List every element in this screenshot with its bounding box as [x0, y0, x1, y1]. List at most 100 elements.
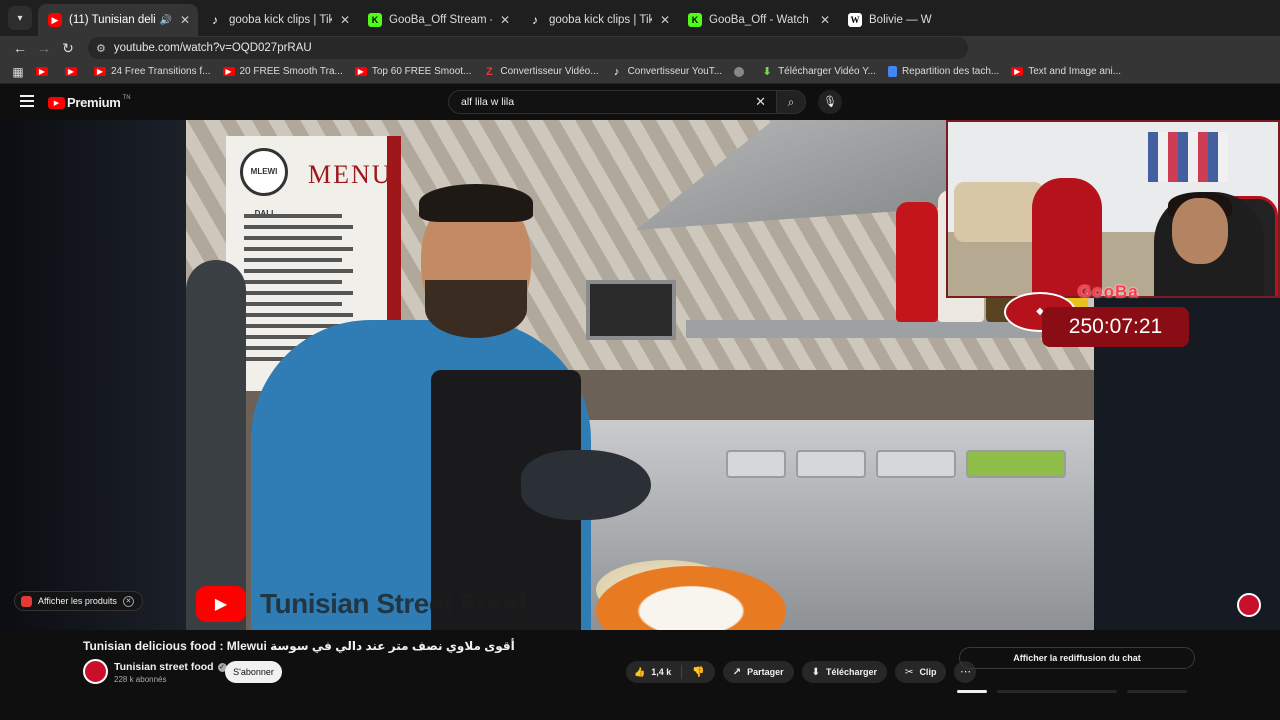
youtube-icon: ▶ — [36, 67, 48, 76]
forward-arrow-icon[interactable]: → — [32, 40, 56, 56]
filter-chip[interactable] — [957, 690, 987, 693]
bookmark-item[interactable]: ▶ Top 60 FREE Smoot... — [354, 66, 471, 77]
video-details: Tunisian delicious food : Mlewui أقوى مل… — [0, 630, 1280, 720]
bookmark-item[interactable]: Repartition des tach... — [887, 66, 999, 77]
filter-chip[interactable] — [1127, 690, 1187, 693]
subscribe-button[interactable]: S'abonner — [225, 661, 282, 683]
apps-grid-icon[interactable]: ▦ — [0, 65, 36, 79]
share-button[interactable]: ↗ Partager — [722, 661, 794, 683]
tab-title: gooba kick clips | TikTok(+99) — [549, 14, 652, 26]
filter-chips — [957, 690, 1197, 693]
voice-search-button[interactable]: 🎙 — [818, 90, 842, 114]
tab-strip: ▾ ▶ (11) Tunisian delicious food 🔊 ✕ ♪ g… — [0, 0, 1280, 36]
channel-avatar[interactable] — [83, 659, 108, 684]
tab-kick-live[interactable]: K GooBa_Off Stream - Watch Live ✕ — [358, 4, 518, 36]
grill — [586, 280, 676, 340]
download-button[interactable]: ⬇ Télécharger — [801, 661, 888, 683]
bookmark-item[interactable]: ▶ — [36, 67, 53, 76]
search-button[interactable]: ⌕ — [776, 90, 806, 114]
reload-icon[interactable]: ↻ — [56, 40, 80, 57]
show-products-label: Afficher les produits — [38, 596, 117, 606]
dislike-button[interactable]: 👎 — [682, 667, 714, 678]
channel-name[interactable]: Tunisian street food ✓ — [114, 661, 227, 673]
close-icon[interactable]: ✕ — [180, 13, 190, 27]
logo-country: TN — [122, 94, 131, 101]
site-info-icon[interactable]: ⚙ — [96, 42, 106, 55]
youtube-icon: ▶ — [65, 67, 77, 76]
globe-icon — [734, 66, 745, 77]
sofa — [954, 182, 1044, 242]
youtube-play-icon: ▶ — [196, 586, 246, 622]
flags-decoration — [1148, 132, 1228, 182]
clip-button[interactable]: ✂ Clip — [895, 661, 947, 683]
youtube-play-icon: ▶ — [48, 96, 65, 109]
tab-search-button[interactable]: ▾ — [8, 6, 32, 30]
channel-branding-icon[interactable] — [1237, 593, 1261, 617]
search-icon: ⌕ — [787, 95, 795, 109]
tiktok-icon: ♪ — [212, 13, 218, 27]
docs-icon — [887, 66, 897, 77]
bookmark-item[interactable]: ▶ — [65, 67, 82, 76]
hamburger-menu-icon[interactable] — [20, 95, 34, 107]
show-chat-replay-button[interactable]: Afficher la rediffusion du chat — [959, 647, 1195, 669]
bookmark-item[interactable]: ▶ 24 Free Transitions f... — [94, 66, 211, 77]
close-icon[interactable]: ✕ — [660, 13, 670, 27]
tab-wikipedia[interactable]: W Bolivie — Wikipédia — [838, 4, 958, 36]
youtube-icon: ▶ — [94, 67, 106, 76]
tab-title: GooBa_Off Stream - Watch Live — [389, 14, 492, 26]
search-input[interactable]: alf lila w lila ✕ — [448, 90, 776, 114]
like-button[interactable]: 👍 1,4 k — [626, 665, 683, 679]
url-text: youtube.com/watch?v=OQD027prRAU — [113, 42, 312, 54]
microphone-icon: 🎙 — [823, 96, 837, 108]
address-toolbar: ← → ↻ ⚙ youtube.com/watch?v=OQD027prRAU — [0, 36, 1280, 60]
youtube-header: ▶ Premium TN alf lila w lila ✕ ⌕ 🎙 — [0, 84, 945, 120]
menu-logo: MLEWI DALI — [240, 148, 288, 218]
close-icon[interactable]: ✕ — [340, 13, 350, 27]
thumbs-up-icon: 👍 — [634, 666, 646, 677]
like-dislike-group: 👍 1,4 k 👎 — [626, 661, 715, 683]
download-icon: ⬇ — [811, 666, 821, 678]
z-icon: Z — [486, 65, 493, 78]
tiktok-icon: ♪ — [613, 65, 620, 78]
bookmark-item[interactable]: ♪ Convertisseur YouT... — [611, 65, 722, 78]
watermark-text: Tunisian Street Food — [260, 588, 527, 619]
tab-youtube-video[interactable]: ▶ (11) Tunisian delicious food 🔊 ✕ — [38, 4, 198, 36]
chevron-down-icon: ▾ — [17, 12, 23, 24]
close-icon[interactable]: ✕ — [820, 13, 830, 27]
tab-kick-clips[interactable]: K GooBa_Off - Watch clips on Kic ✕ — [678, 4, 838, 36]
scissors-icon: ✂ — [905, 666, 914, 678]
ketchup-bottle — [896, 202, 938, 322]
filter-chip[interactable] — [997, 690, 1117, 693]
close-icon[interactable]: ✕ — [500, 13, 510, 27]
bookmark-item[interactable]: Z Convertisseur Vidéo... — [483, 65, 599, 78]
kick-icon: K — [688, 13, 702, 27]
show-products-button[interactable]: Afficher les produits ✕ — [14, 591, 143, 611]
back-arrow-icon[interactable]: ← — [8, 40, 32, 56]
menu-title: MENU — [308, 160, 393, 189]
wikipedia-icon: W — [848, 13, 862, 27]
close-icon[interactable]: ✕ — [122, 595, 134, 607]
streamer-webcam — [946, 120, 1280, 298]
tab-title: GooBa_Off - Watch clips on Kic — [709, 14, 812, 26]
youtube-icon: ▶ — [48, 13, 62, 27]
bookmark-item[interactable] — [734, 66, 749, 77]
bookmark-item[interactable]: ⬇ Télécharger Vidéo Y... — [761, 66, 875, 78]
share-icon: ↗ — [732, 666, 742, 678]
tab-tiktok-1[interactable]: ♪ gooba kick clips | TikTok(+99) ✕ — [198, 4, 358, 36]
tab-title: gooba kick clips | TikTok(+99) — [229, 14, 332, 26]
video-actions: 👍 1,4 k 👎 ↗ Partager ⬇ Télécharger ✂ Cli… — [626, 661, 977, 683]
tiktok-icon: ♪ — [532, 13, 538, 27]
youtube-icon: ▶ — [354, 67, 367, 76]
bookmark-item[interactable]: ▶ Text and Image ani... — [1011, 66, 1121, 77]
subscriber-count: 228 k abonnés — [114, 675, 167, 684]
bookmark-item[interactable]: ▶ 20 FREE Smooth Tra... — [222, 66, 343, 77]
tab-title: (11) Tunisian delicious food — [69, 14, 156, 26]
like-count: 1,4 k — [651, 667, 672, 677]
video-player[interactable]: MLEWI DALI MENU ▶ Tunisian — [0, 120, 1280, 630]
clear-icon[interactable]: ✕ — [755, 91, 766, 113]
search-query: alf lila w lila — [461, 96, 515, 108]
address-bar[interactable]: ⚙ youtube.com/watch?v=OQD027prRAU — [88, 37, 968, 59]
speaker-icon[interactable]: 🔊 — [160, 15, 172, 26]
tab-tiktok-2[interactable]: ♪ gooba kick clips | TikTok(+99) ✕ — [518, 4, 678, 36]
youtube-premium-logo[interactable]: ▶ Premium TN — [48, 95, 131, 110]
